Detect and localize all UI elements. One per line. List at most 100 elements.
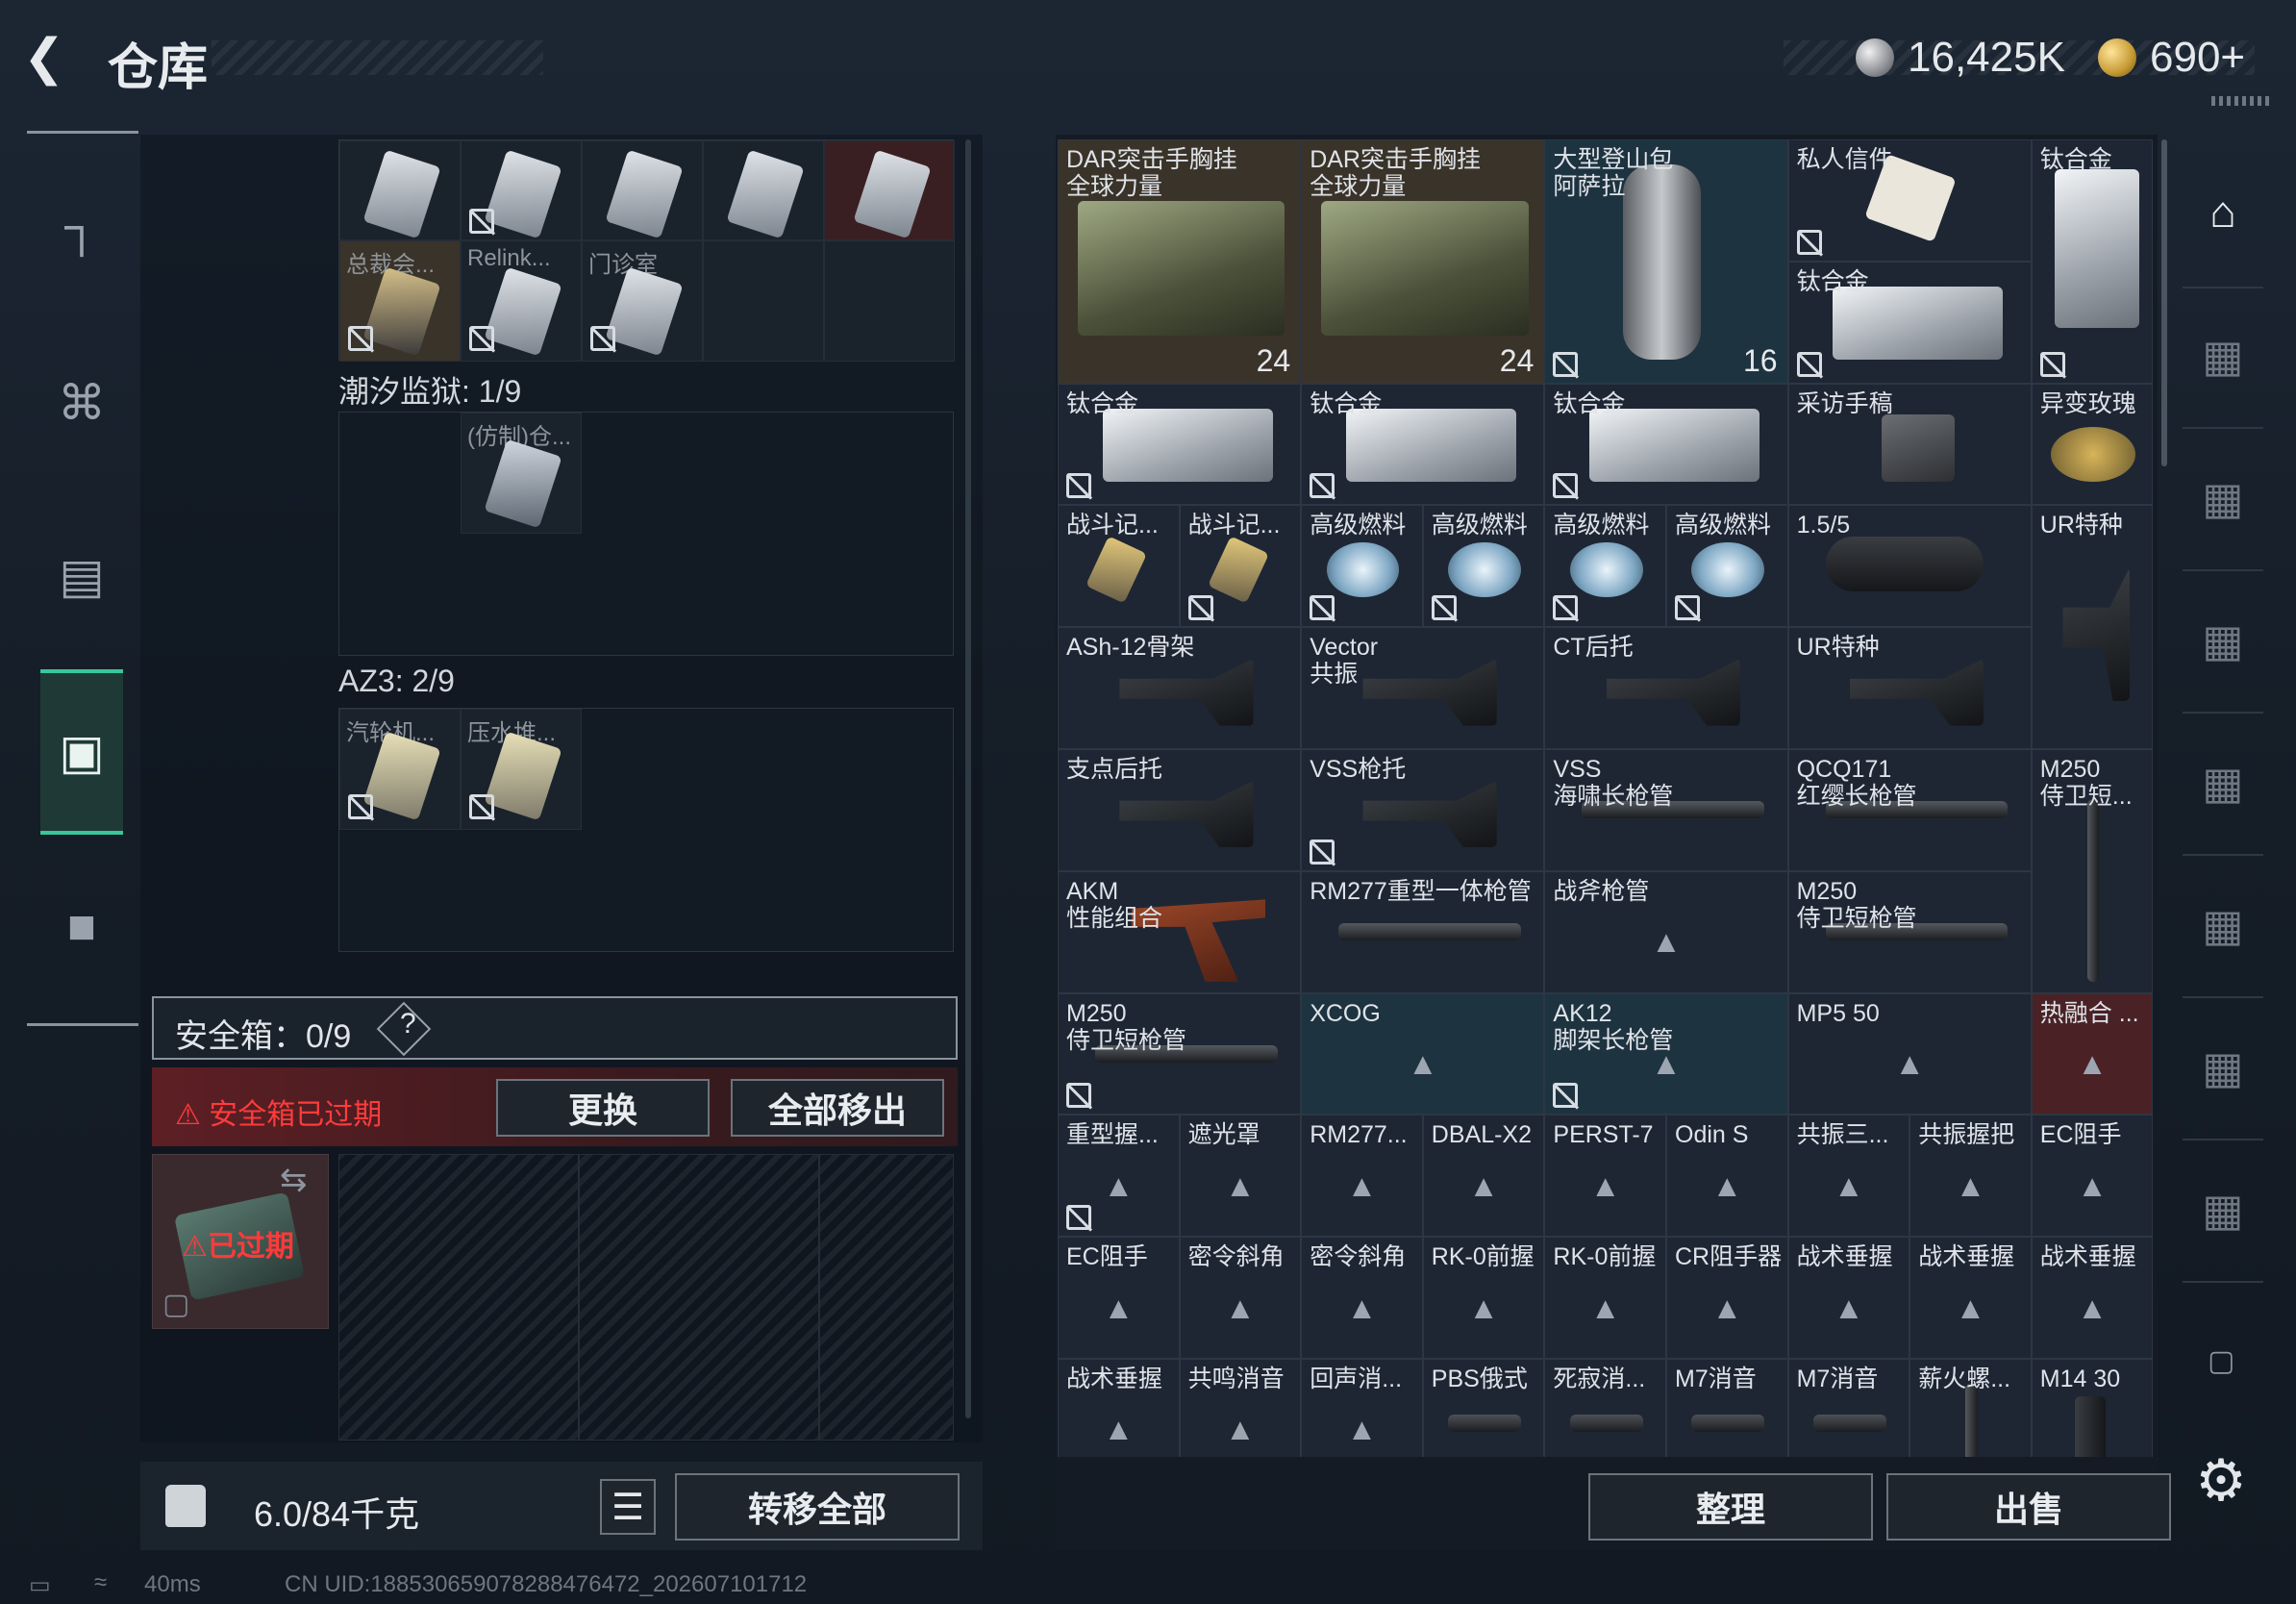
grid-cell[interactable]: 汽轮机... — [339, 709, 461, 830]
list-view-icon[interactable]: ☰ — [600, 1479, 656, 1535]
inventory-item[interactable]: 大型登山包 阿萨拉 16 — [1544, 139, 1788, 384]
replace-button[interactable]: 更换 — [496, 1079, 710, 1137]
inventory-item[interactable]: ▲ RK-0前握 — [1544, 1237, 1666, 1359]
inventory-item[interactable]: ▲ 重型握... — [1058, 1115, 1180, 1238]
inventory-item[interactable]: ▲ RK-0前握 — [1422, 1237, 1545, 1359]
storage-tier-icon[interactable]: ▦ — [2184, 1029, 2261, 1106]
inventory-item[interactable]: 高级燃料 — [1301, 505, 1423, 628]
inventory-item[interactable]: UR特种 — [1787, 627, 2032, 749]
inventory-item[interactable]: ▲ 遮光罩 — [1179, 1115, 1302, 1238]
inventory-item[interactable]: QCQ171 红缨长枪管 — [1787, 749, 2032, 871]
storage-tier-icon[interactable]: ▦ — [2184, 602, 2261, 679]
grid-cell[interactable] — [461, 140, 582, 240]
inventory-item[interactable]: 钛合金 — [1301, 383, 1545, 506]
inventory-item[interactable]: M7消音 — [1666, 1359, 1788, 1457]
inventory-item[interactable]: ▲ Odin S — [1666, 1115, 1788, 1238]
inventory-item[interactable]: 战斗记... — [1058, 505, 1180, 628]
storage-tier-icon[interactable]: ▦ — [2184, 460, 2261, 537]
inventory-item[interactable]: UR特种 — [2031, 505, 2154, 749]
inventory-item[interactable]: M14 30 — [2031, 1359, 2154, 1457]
briefcase-icon[interactable]: ■ — [40, 885, 123, 967]
sort-button[interactable]: 整理 — [1588, 1473, 1873, 1541]
inventory-item[interactable]: ▲ 回声消... — [1301, 1359, 1423, 1457]
vest-icon[interactable]: ⌘ — [40, 362, 123, 444]
inventory-item[interactable]: ▲ 战术垂握 — [2031, 1237, 2154, 1359]
inventory-item[interactable]: 异变玫瑰 — [2031, 383, 2154, 506]
inventory-item[interactable]: ▲ 共振握把 — [1909, 1115, 2032, 1238]
container-icon[interactable]: ▣ — [40, 669, 123, 835]
inventory-item[interactable]: M250 侍卫短枪管 — [1058, 992, 1302, 1115]
inventory-item[interactable]: ▲ 密令斜角 — [1301, 1237, 1423, 1359]
inventory-item[interactable]: 战斗记... — [1179, 505, 1302, 628]
grid-cell[interactable] — [824, 240, 955, 362]
storage-tier-icon[interactable]: ▦ — [2184, 1171, 2261, 1248]
inventory-item[interactable]: 钛合金 — [2031, 139, 2154, 384]
grid-cell[interactable] — [824, 140, 955, 240]
grid-cell[interactable]: 门诊室 — [582, 240, 703, 362]
inventory-item[interactable]: VSS 海啸长枪管 — [1544, 749, 1788, 871]
inventory-item[interactable]: ▲ EC阻手 — [2031, 1115, 2154, 1238]
inventory-item[interactable]: ▲ MP5 50 — [1787, 992, 2032, 1115]
inventory-item[interactable]: ▲ 战斧枪管 — [1544, 870, 1788, 993]
inventory-item[interactable]: 采访手稿 — [1787, 383, 2032, 506]
inventory-item[interactable]: 钛合金 — [1058, 383, 1302, 506]
inventory-item[interactable]: 钛合金 — [1544, 383, 1788, 506]
storage-tier-icon[interactable]: ▦ — [2184, 317, 2261, 394]
inventory-item[interactable]: ▲ 共鸣消音 — [1179, 1359, 1302, 1457]
inventory-item[interactable]: Vector 共振 — [1301, 627, 1545, 749]
inventory-item[interactable]: M250 侍卫短枪管 — [1787, 870, 2032, 993]
left-scrollbar[interactable] — [965, 139, 971, 1418]
sell-button[interactable]: 出售 — [1886, 1473, 2171, 1541]
inventory-item[interactable]: 薪火螺... — [1909, 1359, 2032, 1457]
grid-cell[interactable] — [703, 140, 824, 240]
inventory-item[interactable]: ▲ 战术垂握 — [1058, 1359, 1180, 1457]
inventory-item[interactable]: AKM 性能组合 — [1058, 870, 1302, 993]
grid-cell[interactable]: Relink... — [461, 240, 582, 362]
inventory-item[interactable]: 私人信件 — [1787, 139, 2032, 262]
grid-cell[interactable]: 总裁会... — [339, 240, 461, 362]
grid-cell[interactable] — [703, 240, 824, 362]
inventory-item[interactable]: DAR突击手胸挂 全球力量 24 — [1301, 139, 1545, 384]
inventory-item[interactable]: ▲ 热融合 ... — [2031, 992, 2154, 1115]
gold-currency[interactable]: 690+ — [2098, 29, 2245, 87]
right-scrollbar[interactable] — [2161, 139, 2167, 466]
inventory-item[interactable]: ▲ XCOG — [1301, 992, 1545, 1115]
gear-icon[interactable]: ⚙ — [2190, 1450, 2252, 1512]
inventory-item[interactable]: 高级燃料 — [1666, 505, 1788, 628]
warehouse-icon[interactable]: ⌂ — [2184, 173, 2261, 250]
remove-all-button[interactable]: 全部移出 — [731, 1079, 944, 1137]
grid-cell[interactable]: 压水堆... — [461, 709, 582, 830]
inventory-item[interactable]: ▲ 战术垂握 — [1787, 1237, 1910, 1359]
storage-tier-icon[interactable]: ▦ — [2184, 887, 2261, 964]
inventory-item[interactable]: 高级燃料 — [1544, 505, 1666, 628]
inventory-item[interactable]: ▲ RM277... — [1301, 1115, 1423, 1238]
storage-tier-icon[interactable]: ▦ — [2184, 744, 2261, 821]
backpack-icon[interactable]: ▤ — [40, 535, 123, 617]
grid-cell[interactable] — [582, 140, 703, 240]
inventory-item[interactable]: ▲ CR阻手器 — [1666, 1237, 1788, 1359]
inventory-item[interactable]: ▲ 战术垂握 — [1909, 1237, 2032, 1359]
inventory-item[interactable]: ▲ PERST-7 — [1544, 1115, 1666, 1238]
inventory-item[interactable]: M250 侍卫短... — [2031, 749, 2154, 993]
inventory-item[interactable]: ▲ AK12 脚架长枪管 — [1544, 992, 1788, 1115]
inventory-item[interactable]: 死寂消... — [1544, 1359, 1666, 1457]
swap-icon[interactable]: ⇆ — [280, 1161, 308, 1199]
inventory-item[interactable]: ▲ EC阻手 — [1058, 1237, 1180, 1359]
inventory-item[interactable]: DAR突击手胸挂 全球力量 24 — [1058, 139, 1302, 384]
inventory-item[interactable]: PBS俄式 — [1422, 1359, 1545, 1457]
back-arrow-icon[interactable]: ❮ — [23, 29, 81, 87]
inventory-item[interactable]: RM277重型一体枪管 — [1301, 870, 1545, 993]
inventory-item[interactable]: M7消音 — [1787, 1359, 1910, 1457]
safe-case-slot[interactable]: ⚠已过期 ⇆ ▢ — [152, 1154, 329, 1329]
inventory-item[interactable]: ▲ 密令斜角 — [1179, 1237, 1302, 1359]
inventory-item[interactable]: ASh-12骨架 — [1058, 627, 1302, 749]
inventory-item[interactable]: 1.5/5 — [1787, 505, 2032, 628]
inventory-item[interactable]: ▲ DBAL-X2 — [1422, 1115, 1545, 1238]
inventory-item[interactable]: 钛合金 — [1787, 261, 2032, 384]
weapon-icon[interactable]: ┐ — [40, 185, 123, 267]
inventory-item[interactable]: 高级燃料 — [1422, 505, 1545, 628]
inventory-item[interactable]: 支点后托 — [1058, 749, 1302, 871]
grid-cell[interactable]: (仿制)仓... — [461, 413, 582, 534]
inventory-item[interactable]: ▲ 共振三... — [1787, 1115, 1910, 1238]
grid-cell[interactable] — [339, 140, 461, 240]
